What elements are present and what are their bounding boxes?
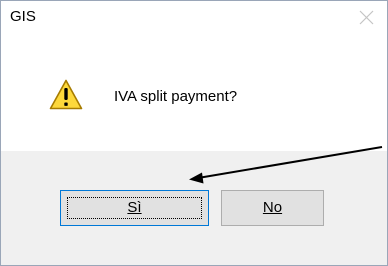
dialog-title: GIS	[10, 8, 36, 25]
dialog-message: IVA split payment?	[114, 88, 238, 105]
close-button[interactable]	[347, 1, 387, 33]
yes-button[interactable]: Sì	[60, 190, 209, 226]
no-button-label: No	[262, 199, 283, 216]
yes-button-label: Sì	[127, 199, 142, 216]
message-dialog: GIS IVA split payment? Sì No	[0, 0, 388, 266]
button-bar: Sì No	[1, 151, 387, 265]
no-button[interactable]: No	[221, 190, 324, 226]
warning-icon	[49, 79, 83, 110]
close-icon	[359, 10, 374, 25]
title-bar[interactable]: GIS	[1, 1, 387, 33]
